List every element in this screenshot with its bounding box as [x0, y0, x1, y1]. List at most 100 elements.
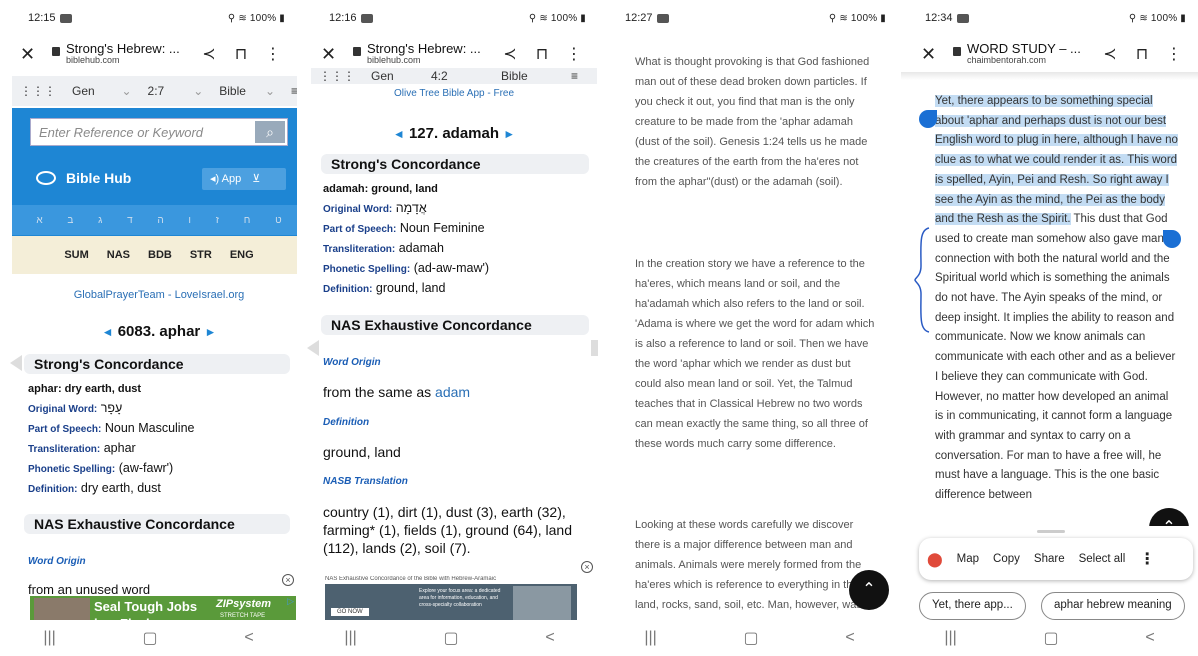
- hebrew-letter-link[interactable]: ו: [188, 215, 191, 226]
- book-select[interactable]: Gen: [363, 69, 423, 83]
- sheet-grabber[interactable]: [1037, 530, 1065, 533]
- hebrew-letter-link[interactable]: ה: [157, 215, 163, 226]
- hebrew-letter-link[interactable]: ט: [275, 215, 282, 226]
- share-icon[interactable]: ≺: [1094, 44, 1126, 64]
- chapter-select[interactable]: 2:7: [140, 84, 186, 98]
- bookmark-icon[interactable]: ⊓: [1126, 44, 1158, 64]
- book-select[interactable]: Gen: [64, 84, 113, 98]
- status-time: 12:15: [28, 12, 56, 24]
- recent-apps-icon[interactable]: |||: [344, 629, 356, 647]
- original-word-label: Original Word:: [323, 204, 393, 215]
- android-nav-bar: ||| ▢ <: [301, 620, 598, 656]
- original-word: עָפָר: [100, 401, 123, 415]
- bible-toolbar: ⋮⋮⋮ Gen 4:2 Bible ≡: [311, 68, 597, 84]
- version-select[interactable]: Bible: [493, 69, 563, 83]
- selection-start-handle[interactable]: [919, 110, 937, 128]
- notification-icon: [956, 13, 969, 23]
- selection-end-handle[interactable]: [1163, 230, 1181, 248]
- ctx-share[interactable]: Share: [1034, 553, 1065, 565]
- resource-tab-bdb[interactable]: BDB: [148, 249, 172, 261]
- chapter-select[interactable]: 4:2: [423, 69, 493, 83]
- biblehub-logo[interactable]: Bible Hub: [36, 170, 131, 186]
- bookmark-icon[interactable]: ⊓: [225, 44, 257, 64]
- translit-value: adamah: [398, 241, 444, 255]
- resource-tab-eng[interactable]: ENG: [230, 249, 254, 261]
- grid-icon[interactable]: ⋮⋮⋮: [12, 84, 64, 98]
- strongs-entry: aphar: dry earth, dust Original Word: עָ…: [28, 380, 294, 499]
- prev-page-arrow-icon[interactable]: [10, 355, 22, 371]
- bookmark-icon[interactable]: ⊓: [526, 44, 558, 64]
- back-icon[interactable]: <: [244, 629, 253, 647]
- ctx-more-icon[interactable]: ⋮: [1139, 549, 1155, 569]
- back-icon[interactable]: <: [845, 629, 854, 647]
- phonetic-row: Phonetic Spelling: (aw-fawr'): [28, 459, 294, 479]
- adam-link[interactable]: adam: [435, 384, 470, 400]
- recent-apps-icon[interactable]: |||: [644, 629, 656, 647]
- back-icon[interactable]: <: [545, 629, 554, 647]
- next-arrow-icon[interactable]: ►: [204, 325, 216, 339]
- prev-arrow-icon[interactable]: ◄: [102, 325, 114, 339]
- ad-close-icon[interactable]: ×: [282, 574, 294, 586]
- prev-page-arrow-icon[interactable]: [307, 340, 319, 356]
- next-arrow-icon[interactable]: ►: [503, 127, 515, 141]
- grid-icon[interactable]: ⋮⋮⋮: [311, 69, 363, 83]
- hebrew-letter-link[interactable]: ג: [98, 215, 102, 226]
- chevron-down-icon: ⌄: [121, 84, 132, 98]
- page-title-block[interactable]: Strong's Hebrew: ... biblehub.com: [367, 42, 494, 65]
- ctx-map[interactable]: Map: [957, 553, 979, 565]
- hebrew-letter-link[interactable]: ב: [67, 215, 73, 226]
- pos-value: Noun Feminine: [399, 221, 485, 235]
- pos-row: Part of Speech: Noun Masculine: [28, 419, 294, 439]
- hebrew-letter-link[interactable]: א: [36, 215, 42, 226]
- version-select[interactable]: Bible: [211, 84, 257, 98]
- search-chip-suggestion[interactable]: aphar hebrew meaning: [1041, 592, 1185, 620]
- hamburger-menu-icon[interactable]: ≡: [283, 84, 297, 98]
- search-chip-selection[interactable]: Yet, there app...: [919, 592, 1026, 620]
- ad-go-button[interactable]: GO NOW: [331, 608, 369, 616]
- promo-link[interactable]: GlobalPrayerTeam - LoveIsrael.org: [12, 289, 297, 301]
- battery-percent: 100%: [1150, 12, 1178, 24]
- home-icon[interactable]: ▢: [744, 628, 759, 648]
- share-icon[interactable]: ≺: [193, 44, 225, 64]
- ctx-select-all[interactable]: Select all: [1079, 553, 1126, 565]
- close-tab-icon[interactable]: ✕: [20, 44, 44, 65]
- recent-apps-icon[interactable]: |||: [944, 629, 956, 647]
- resource-tab-sum[interactable]: SUM: [64, 249, 88, 261]
- olive-tree-link[interactable]: Olive Tree Bible App - Free: [311, 88, 597, 99]
- selected-text[interactable]: Yet, there appears to be something speci…: [935, 95, 1178, 226]
- search-input[interactable]: Enter Reference or Keyword ⌕: [30, 118, 288, 146]
- prev-arrow-icon[interactable]: ◄: [393, 127, 405, 141]
- resource-tab-nas[interactable]: NAS: [107, 249, 130, 261]
- word-origin-label: Word Origin: [323, 357, 381, 368]
- share-icon[interactable]: ≺: [494, 44, 526, 64]
- hamburger-menu-icon[interactable]: ≡: [563, 69, 586, 83]
- app-button[interactable]: ◂) App ⊻: [202, 168, 286, 190]
- search-icon[interactable]: ⌕: [255, 121, 285, 143]
- scroll-top-icon[interactable]: ⌃: [849, 570, 889, 610]
- recent-apps-icon[interactable]: |||: [43, 629, 55, 647]
- back-icon[interactable]: <: [1145, 629, 1154, 647]
- home-icon[interactable]: ▢: [444, 628, 459, 648]
- page-title-block[interactable]: WORD STUDY – ... chaimbentorah.com: [967, 42, 1094, 65]
- close-tab-icon[interactable]: ✕: [321, 44, 345, 65]
- ad-small-text: NAS Exhaustive Concordance of the Bible …: [325, 576, 497, 582]
- status-bar: 12:27 ⚲ ≋ 100% ▮: [601, 0, 898, 36]
- ad-close-icon[interactable]: ×: [581, 561, 593, 573]
- more-menu-icon[interactable]: ⋮: [257, 44, 289, 64]
- close-tab-icon[interactable]: ✕: [921, 44, 945, 65]
- status-battery: ⚲ ≋ 100% ▮: [227, 12, 285, 24]
- ad-choices-icon[interactable]: ▷: [287, 596, 294, 607]
- page-title: WORD STUDY – ...: [967, 41, 1081, 57]
- next-page-arrow-icon[interactable]: [591, 340, 598, 356]
- more-menu-icon[interactable]: ⋮: [558, 44, 590, 64]
- page-title-block[interactable]: Strong's Hebrew: ... biblehub.com: [66, 42, 193, 65]
- hebrew-letter-link[interactable]: ז: [216, 215, 219, 226]
- home-icon[interactable]: ▢: [143, 628, 158, 648]
- resource-tab-str[interactable]: STR: [190, 249, 212, 261]
- hebrew-letter-link[interactable]: ד: [127, 215, 133, 226]
- ctx-copy[interactable]: Copy: [993, 553, 1020, 565]
- more-menu-icon[interactable]: ⋮: [1158, 44, 1190, 64]
- home-icon[interactable]: ▢: [1044, 628, 1059, 648]
- nas-heading: NAS Exhaustive Concordance: [321, 315, 589, 335]
- hebrew-letter-link[interactable]: ח: [244, 215, 251, 226]
